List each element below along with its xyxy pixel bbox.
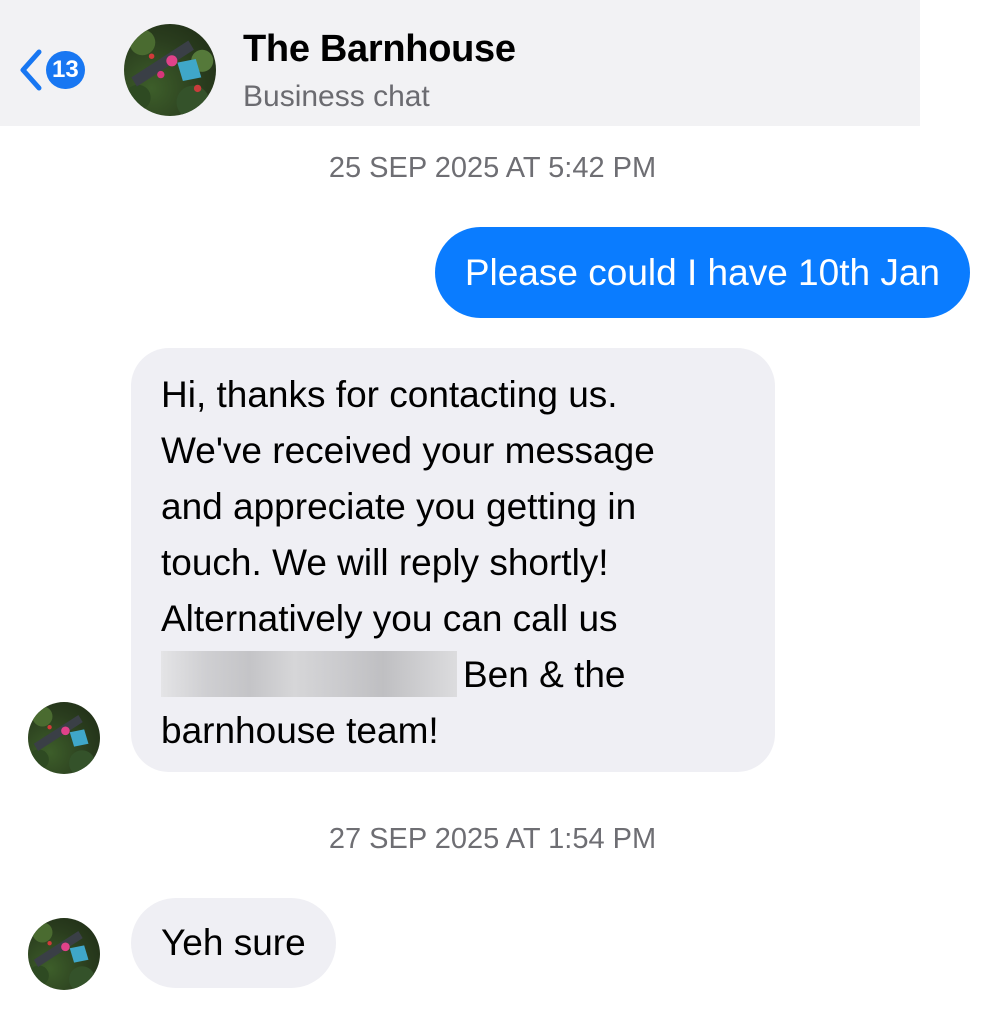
message-line: Alternatively you can call us <box>161 598 618 639</box>
sender-avatar[interactable] <box>28 702 100 774</box>
message-line: and appreciate you getting in <box>161 486 637 527</box>
message-text: Ben & the <box>463 654 626 695</box>
unread-count-badge: 13 <box>46 51 85 89</box>
barnhouse-logo-icon <box>124 29 214 116</box>
message-timestamp: 27 SEP 2025 AT 1:54 PM <box>328 823 657 855</box>
chevron-left-icon <box>20 49 42 91</box>
message-line-redacted: Ben & the <box>161 647 747 703</box>
contact-subtitle: Business chat <box>243 80 430 113</box>
contact-name[interactable]: The Barnhouse <box>243 28 516 71</box>
message-line: Hi, thanks for contacting us. <box>161 374 618 415</box>
incoming-message[interactable]: Yeh sure <box>131 898 336 988</box>
message-timestamp: 25 SEP 2025 AT 5:42 PM <box>328 152 657 184</box>
message-line: touch. We will reply shortly! <box>161 542 609 583</box>
barnhouse-logo-icon <box>28 706 95 774</box>
outgoing-message[interactable]: Please could I have 10th Jan <box>434 227 970 318</box>
sender-avatar[interactable] <box>28 918 100 990</box>
contact-avatar[interactable] <box>124 24 216 116</box>
barnhouse-logo-icon <box>28 922 95 990</box>
message-line: We've received your message <box>161 430 655 471</box>
chat-header: 13 The Barnhouse Business chat <box>0 0 920 126</box>
redacted-phone-number <box>161 651 457 698</box>
incoming-message[interactable]: Hi, thanks for contacting us. We've rece… <box>131 348 775 772</box>
back-button[interactable]: 13 <box>18 46 85 94</box>
message-line: barnhouse team! <box>161 710 439 751</box>
